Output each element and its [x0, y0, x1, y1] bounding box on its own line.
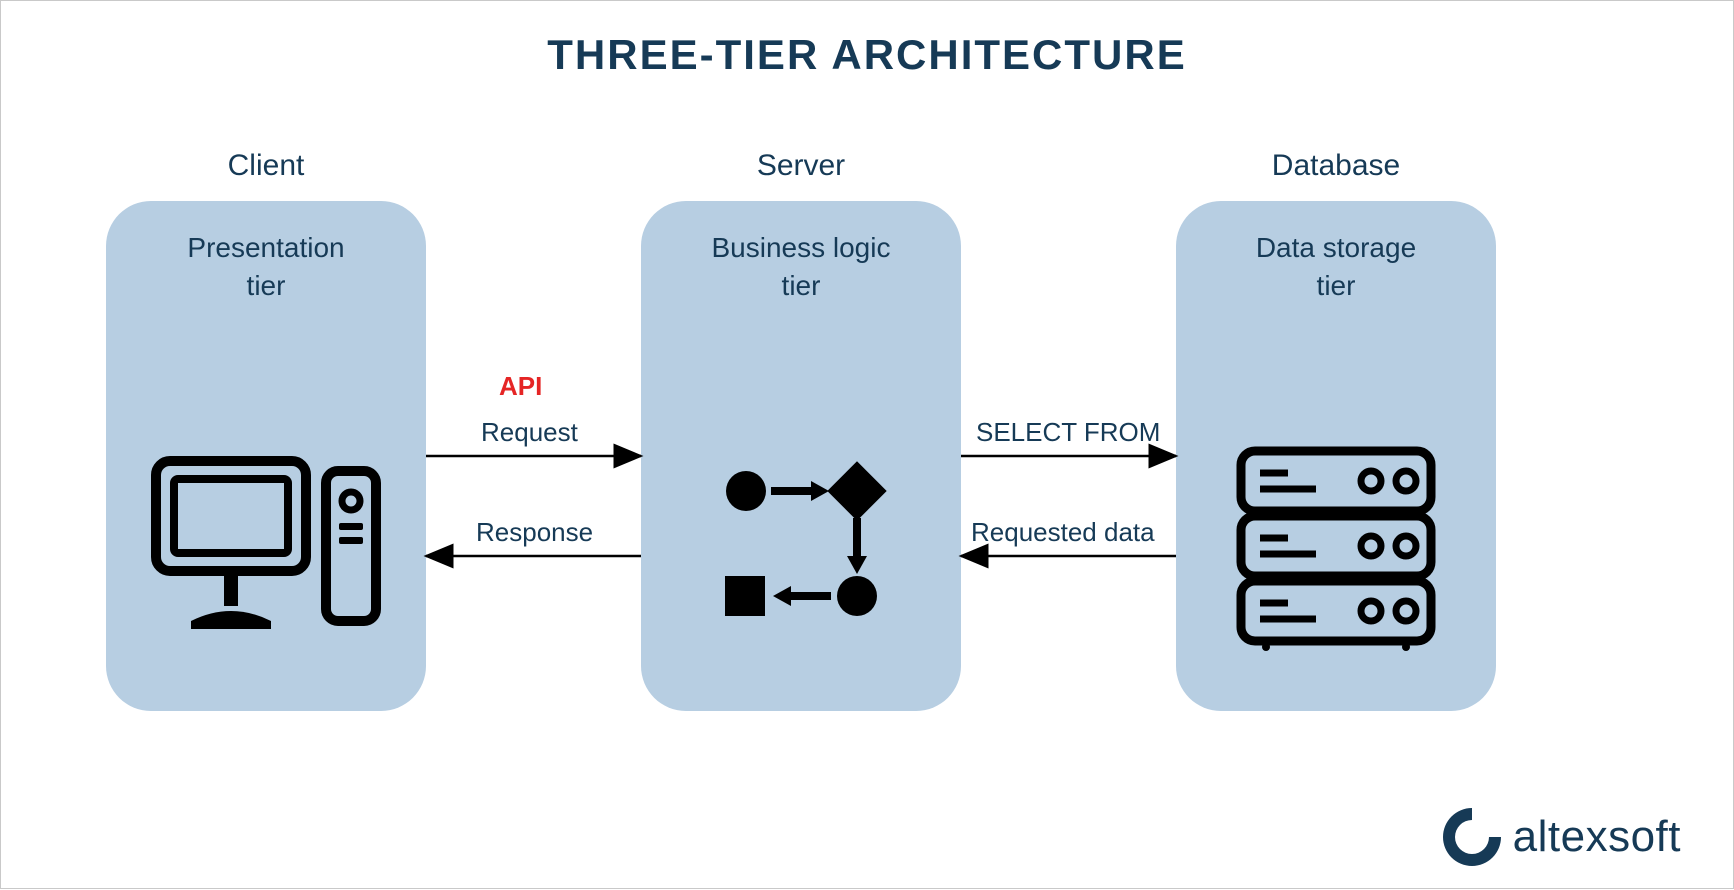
tier-box-client: Presentation tier: [106, 201, 426, 711]
flowchart-icon: [701, 456, 901, 636]
client-icon-area: [106, 416, 426, 676]
tier-name-server-line2: tier: [641, 267, 961, 305]
tier-label-database: Database: [1176, 149, 1496, 183]
brand-logo: altexsoft: [1441, 806, 1681, 868]
tier-name-server: Business logic tier: [641, 229, 961, 305]
diagram-title: THREE-TIER ARCHITECTURE: [1, 31, 1733, 79]
tier-label-server: Server: [641, 149, 961, 183]
server-rack-icon: [1226, 441, 1446, 651]
tier-name-client-line2: tier: [106, 267, 426, 305]
tier-name-database-line1: Data storage: [1176, 229, 1496, 267]
tier-name-database-line2: tier: [1176, 267, 1496, 305]
tier-name-server-line1: Business logic: [641, 229, 961, 267]
diagram-frame: THREE-TIER ARCHITECTURE Client Server Da…: [0, 0, 1734, 889]
label-response: Response: [476, 517, 593, 548]
tier-box-server: Business logic tier: [641, 201, 961, 711]
computer-icon: [146, 451, 386, 641]
server-icon-area: [641, 416, 961, 676]
api-label: API: [499, 371, 542, 402]
tier-box-database: Data storage tier: [1176, 201, 1496, 711]
label-requested-data: Requested data: [971, 517, 1155, 548]
label-request: Request: [481, 417, 578, 448]
label-select-from: SELECT FROM: [976, 417, 1160, 448]
brand-mark-icon: [1441, 806, 1503, 868]
tier-label-client: Client: [106, 149, 426, 183]
brand-name: altexsoft: [1513, 812, 1681, 862]
database-icon-area: [1176, 416, 1496, 676]
tier-name-client-line1: Presentation: [106, 229, 426, 267]
tier-name-database: Data storage tier: [1176, 229, 1496, 305]
tier-name-client: Presentation tier: [106, 229, 426, 305]
